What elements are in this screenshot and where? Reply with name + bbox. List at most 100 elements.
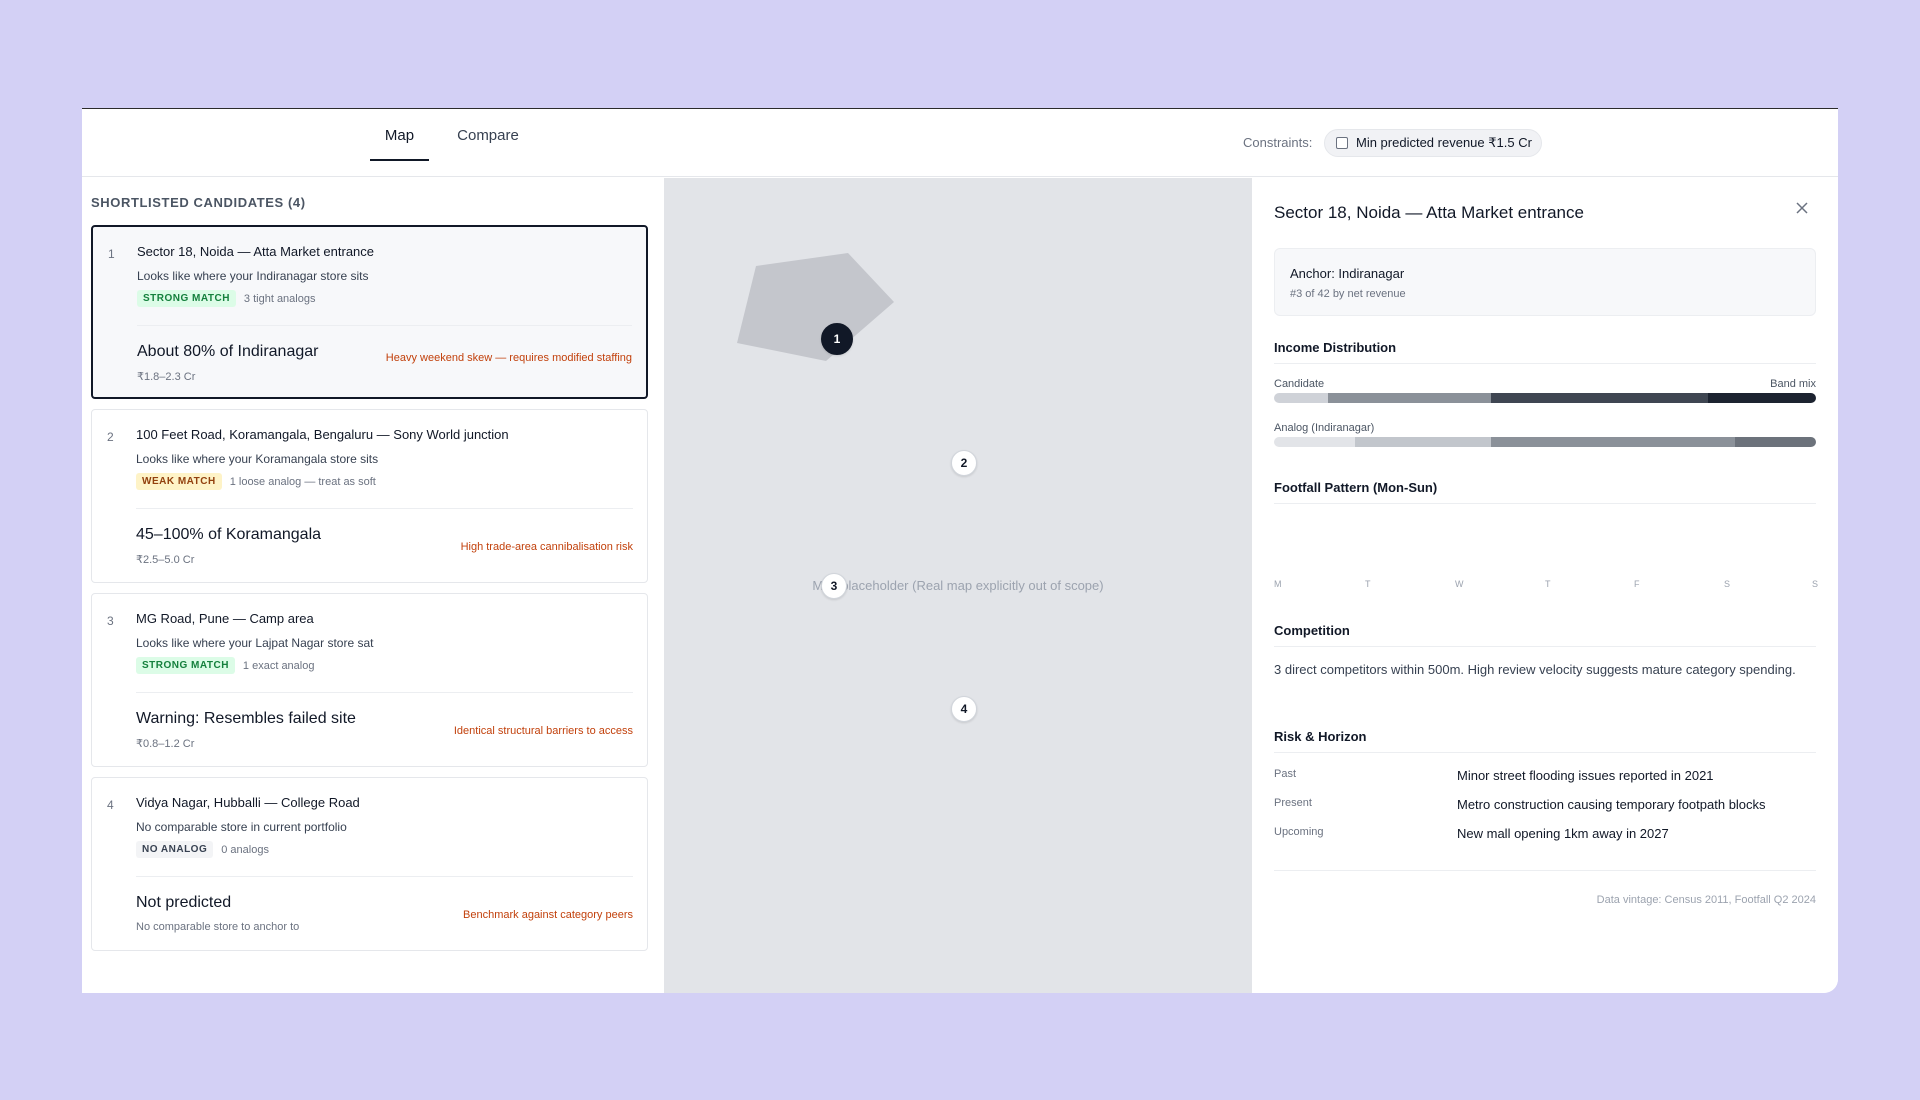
match-badge: NO ANALOG [136, 841, 214, 858]
match-badge: WEAK MATCH [136, 473, 222, 490]
candidate-title: Sector 18, Noida — Atta Market entrance [137, 244, 375, 259]
constraint-checkbox[interactable] [1336, 137, 1348, 149]
trade-area-polygon [737, 253, 894, 361]
day-label: T [1545, 579, 1551, 589]
risk-note: Heavy weekend skew — requires modified s… [385, 352, 632, 364]
map-area[interactable]: Map placeholder (Real map explicitly out… [664, 178, 1252, 993]
map-pin-3[interactable]: 3 [821, 573, 847, 599]
risk-note: Identical structural barriers to access [453, 725, 633, 737]
map-pin-1[interactable]: 1 [821, 323, 853, 355]
anchor-card: Anchor: Indiranagar #3 of 42 by net reve… [1274, 248, 1816, 316]
revenue-range: ₹1.8–2.3 Cr [137, 371, 196, 383]
risk-note: Benchmark against category peers [463, 909, 633, 921]
analog-count: 0 analogs [221, 843, 269, 856]
footer-divider [1274, 870, 1816, 871]
detail-title: Sector 18, Noida — Atta Market entrance [1274, 203, 1584, 222]
day-label: S [1724, 579, 1731, 589]
constraint-min-revenue-toggle[interactable]: Min predicted revenue ₹1.5 Cr [1324, 129, 1542, 157]
footfall-section-title: Footfall Pattern (Mon-Sun) [1274, 480, 1438, 495]
income-band-segment [1274, 393, 1329, 403]
candidate-subtitle: Looks like where your Lajpat Nagar store… [136, 636, 374, 650]
map-pin-4[interactable]: 4 [951, 696, 977, 722]
candidate-card-4[interactable]: 4 Vidya Nagar, Hubballi — College Road N… [91, 777, 648, 951]
candidate-card-1[interactable]: 1 Sector 18, Noida — Atta Market entranc… [91, 225, 648, 399]
competition-text: 3 direct competitors within 500m. High r… [1274, 662, 1796, 677]
risk-key-present: Present [1274, 797, 1312, 809]
income-band-segment [1355, 437, 1491, 447]
prediction-text: About 80% of Indiranagar [137, 343, 319, 360]
candidate-number: 4 [107, 798, 114, 812]
day-label: M [1274, 579, 1282, 589]
card-divider [136, 876, 633, 877]
candidate-number: 2 [107, 430, 114, 444]
prediction-text: Not predicted [136, 894, 232, 911]
shortlist-title: SHORTLISTED CANDIDATES (4) [91, 195, 306, 210]
candidate-title: MG Road, Pune — Camp area [136, 611, 314, 626]
risk-value-upcoming: New mall opening 1km away in 2027 [1457, 826, 1669, 841]
anchor-rank: #3 of 42 by net revenue [1290, 288, 1406, 300]
candidate-number: 1 [108, 247, 115, 261]
candidate-subtitle: Looks like where your Koramangala store … [136, 452, 379, 466]
prediction-text: 45–100% of Koramangala [136, 526, 322, 543]
match-badge: STRONG MATCH [137, 290, 236, 307]
prediction-text: Warning: Resembles failed site [136, 710, 356, 727]
income-band-segment [1490, 393, 1708, 403]
map-placeholder-text: Map placeholder (Real map explicitly out… [812, 578, 1104, 593]
card-divider [136, 692, 633, 693]
match-badge: STRONG MATCH [136, 657, 235, 674]
section-divider [1274, 503, 1816, 504]
band-mix-label: Band mix [1770, 378, 1816, 390]
candidate-subtitle: No comparable store in current portfolio [136, 820, 347, 834]
analog-bar-label: Analog (Indiranagar) [1274, 422, 1375, 434]
card-divider [137, 325, 632, 326]
shortlist-panel: SHORTLISTED CANDIDATES (4) 1 Sector 18, … [82, 178, 664, 993]
top-bar: Map Compare Constraints: Min predicted r… [82, 109, 1838, 177]
tab-compare[interactable]: Compare [454, 109, 522, 161]
income-band-segment [1707, 393, 1816, 403]
day-label: T [1365, 579, 1371, 589]
candidate-income-bar [1274, 393, 1816, 403]
day-label: W [1455, 579, 1464, 589]
constraints-label: Constraints: [1243, 135, 1313, 150]
day-label: S [1812, 579, 1819, 589]
risk-value-present: Metro construction causing temporary foo… [1457, 797, 1766, 812]
candidate-card-3[interactable]: 3 MG Road, Pune — Camp area Looks like w… [91, 593, 648, 767]
candidate-card-2[interactable]: 2 100 Feet Road, Koramangala, Bengaluru … [91, 409, 648, 583]
income-band-segment [1490, 437, 1735, 447]
analog-count: 1 exact analog [242, 659, 315, 672]
competition-section-title: Competition [1274, 623, 1350, 638]
candidate-title: 100 Feet Road, Koramangala, Bengaluru — … [136, 427, 509, 442]
map-pin-2[interactable]: 2 [951, 450, 977, 476]
candidate-number: 3 [107, 614, 114, 628]
data-vintage: Data vintage: Census 2011, Footfall Q2 2… [1596, 894, 1816, 906]
candidate-bar-label: Candidate [1274, 378, 1325, 390]
revenue-range: No comparable store to anchor to [136, 921, 300, 933]
candidate-title: Vidya Nagar, Hubballi — College Road [136, 795, 360, 810]
income-band-segment [1734, 437, 1816, 447]
constraint-chip-label: Min predicted revenue ₹1.5 Cr [1356, 135, 1532, 150]
risk-note: High trade-area cannibalisation risk [460, 541, 633, 553]
day-label: F [1634, 579, 1640, 589]
anchor-name: Anchor: Indiranagar [1290, 266, 1405, 281]
close-icon[interactable] [1794, 200, 1810, 216]
revenue-range: ₹2.5–5.0 Cr [136, 554, 195, 566]
risk-section-title: Risk & Horizon [1274, 729, 1367, 744]
analog-count: 3 tight analogs [243, 292, 316, 305]
section-divider [1274, 646, 1816, 647]
detail-panel: Sector 18, Noida — Atta Market entrance … [1252, 178, 1838, 993]
income-band-segment [1328, 393, 1491, 403]
card-divider [136, 508, 633, 509]
analog-count: 1 loose analog — treat as soft [229, 475, 376, 488]
tab-map[interactable]: Map [370, 109, 429, 161]
risk-value-past: Minor street flooding issues reported in… [1457, 768, 1714, 783]
analog-income-bar [1274, 437, 1816, 447]
income-section-title: Income Distribution [1274, 340, 1397, 355]
risk-key-past: Past [1274, 768, 1297, 780]
risk-key-upcoming: Upcoming [1274, 826, 1324, 838]
candidate-subtitle: Looks like where your Indiranagar store … [137, 269, 369, 283]
revenue-range: ₹0.8–1.2 Cr [136, 738, 195, 750]
section-divider [1274, 752, 1816, 753]
app-window: Map Compare Constraints: Min predicted r… [82, 108, 1838, 993]
section-divider [1274, 363, 1816, 364]
income-band-segment [1274, 437, 1356, 447]
